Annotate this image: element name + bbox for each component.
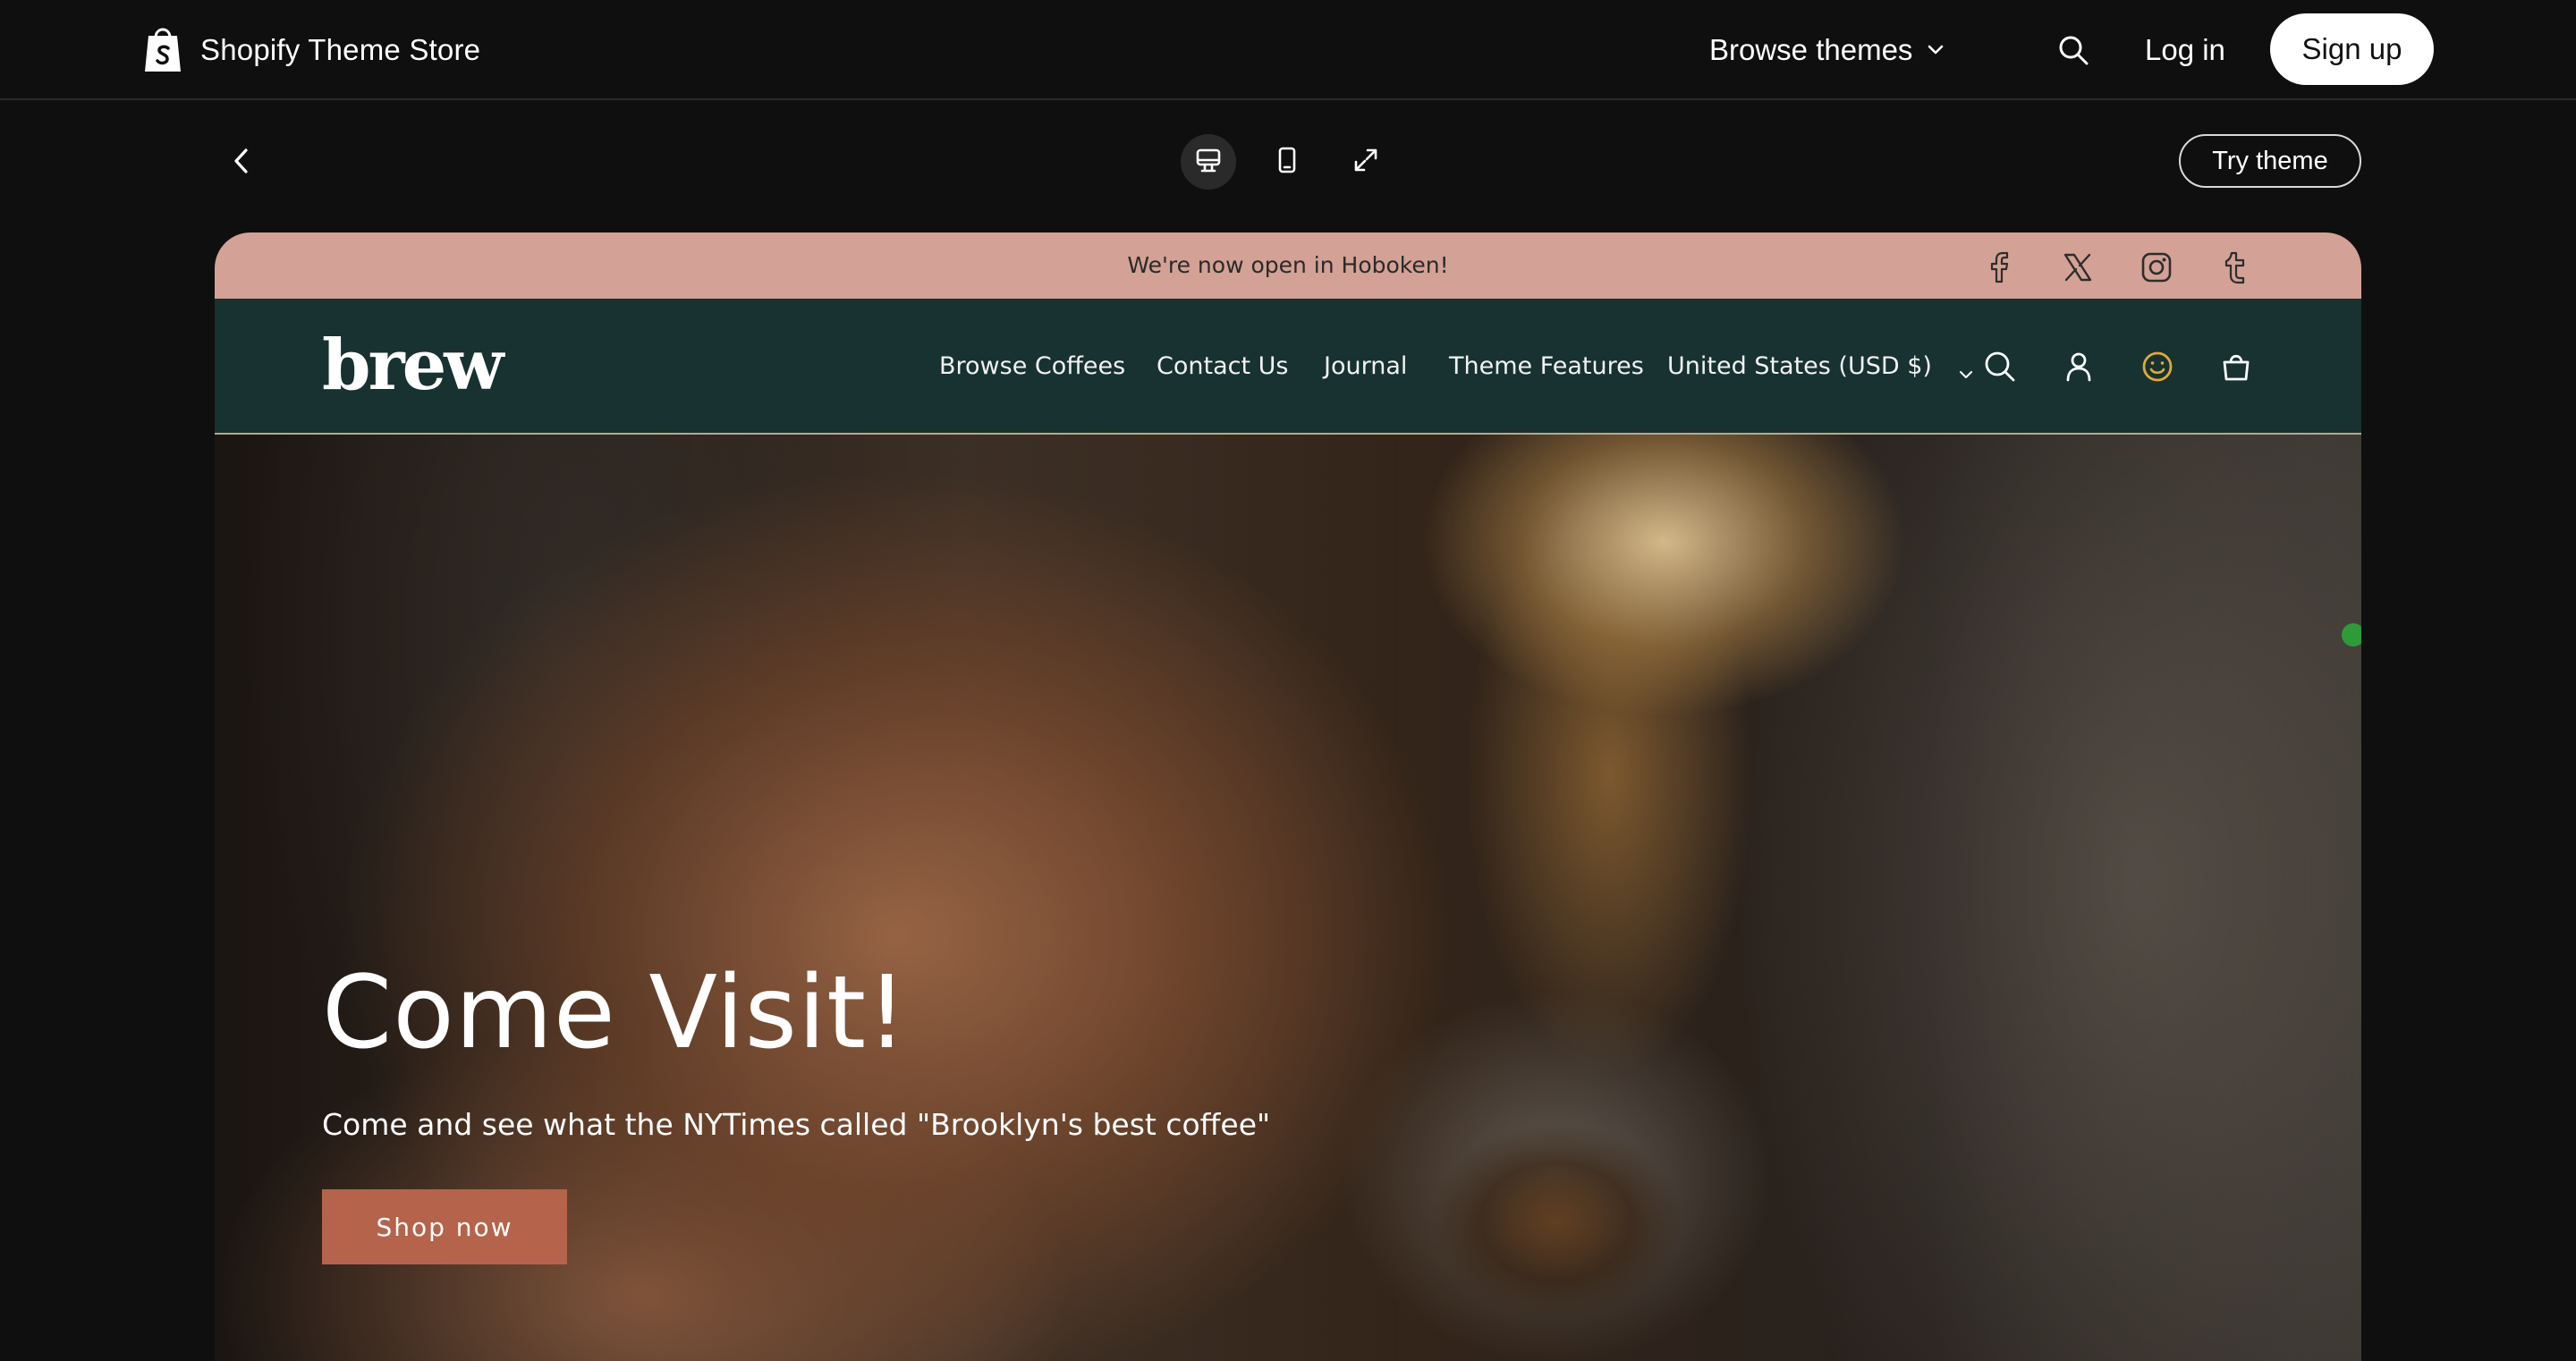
mobile-icon <box>1272 145 1302 180</box>
announcement-text: We're now open in Hoboken! <box>1127 252 1449 278</box>
hero-title: Come Visit! <box>322 955 908 1071</box>
chevron-down-icon <box>1925 33 1946 67</box>
hero-banner: Come Visit! Come and see what the NYTime… <box>215 435 2361 1361</box>
login-link[interactable]: Log in <box>2145 29 2225 72</box>
brand-name: Shopify Theme Store <box>200 33 481 66</box>
fullscreen-button[interactable] <box>1338 134 1394 190</box>
shop-now-button[interactable]: Shop now <box>322 1189 567 1264</box>
try-theme-button[interactable]: Try theme <box>2179 134 2361 188</box>
tumblr-icon[interactable] <box>2218 250 2252 284</box>
instagram-icon[interactable] <box>2140 250 2174 284</box>
cart-bag-icon[interactable] <box>2218 349 2254 385</box>
hero-subtitle: Come and see what the NYTimes called "Br… <box>322 1107 1271 1142</box>
desktop-view-button[interactable] <box>1181 134 1236 190</box>
expand-icon <box>1351 145 1381 180</box>
status-dot <box>2342 623 2361 647</box>
nav-contact-us[interactable]: Contact Us <box>1157 347 1288 386</box>
facebook-icon[interactable] <box>1982 250 2016 284</box>
theme-store-header: Shopify Theme Store Browse themes Log in… <box>0 0 2576 100</box>
mobile-view-button[interactable] <box>1259 134 1315 190</box>
store-header: brew Browse Coffees Contact Us Journal T… <box>215 299 2361 435</box>
store-logo[interactable]: brew <box>322 325 504 406</box>
search-icon[interactable] <box>1982 349 2018 385</box>
browse-themes-label: Browse themes <box>1709 33 1913 66</box>
chevron-down-icon <box>1956 358 1976 378</box>
theme-preview-frame: We're now open in Hoboken! brew Browse C… <box>215 232 2361 1361</box>
nav-browse-coffees[interactable]: Browse Coffees <box>939 347 1125 386</box>
shopify-bag-icon <box>141 23 184 78</box>
desktop-icon <box>1193 145 1224 180</box>
smiley-icon[interactable] <box>2140 349 2175 385</box>
nav-journal[interactable]: Journal <box>1324 347 1407 386</box>
announcement-bar: We're now open in Hoboken! <box>215 232 2361 299</box>
signup-button[interactable]: Sign up <box>2270 13 2434 85</box>
x-icon[interactable] <box>2061 250 2095 284</box>
chevron-left-icon[interactable] <box>229 143 254 179</box>
currency-selector[interactable]: United States (USD $) <box>1667 347 1976 386</box>
currency-label: United States (USD $) <box>1667 352 1932 380</box>
shopify-brand-link[interactable]: Shopify Theme Store <box>141 25 480 75</box>
account-icon[interactable] <box>2061 349 2097 385</box>
browse-themes-menu[interactable]: Browse themes <box>1709 29 1946 72</box>
nav-theme-features[interactable]: Theme Features <box>1449 347 1644 386</box>
search-icon[interactable] <box>2055 32 2091 68</box>
